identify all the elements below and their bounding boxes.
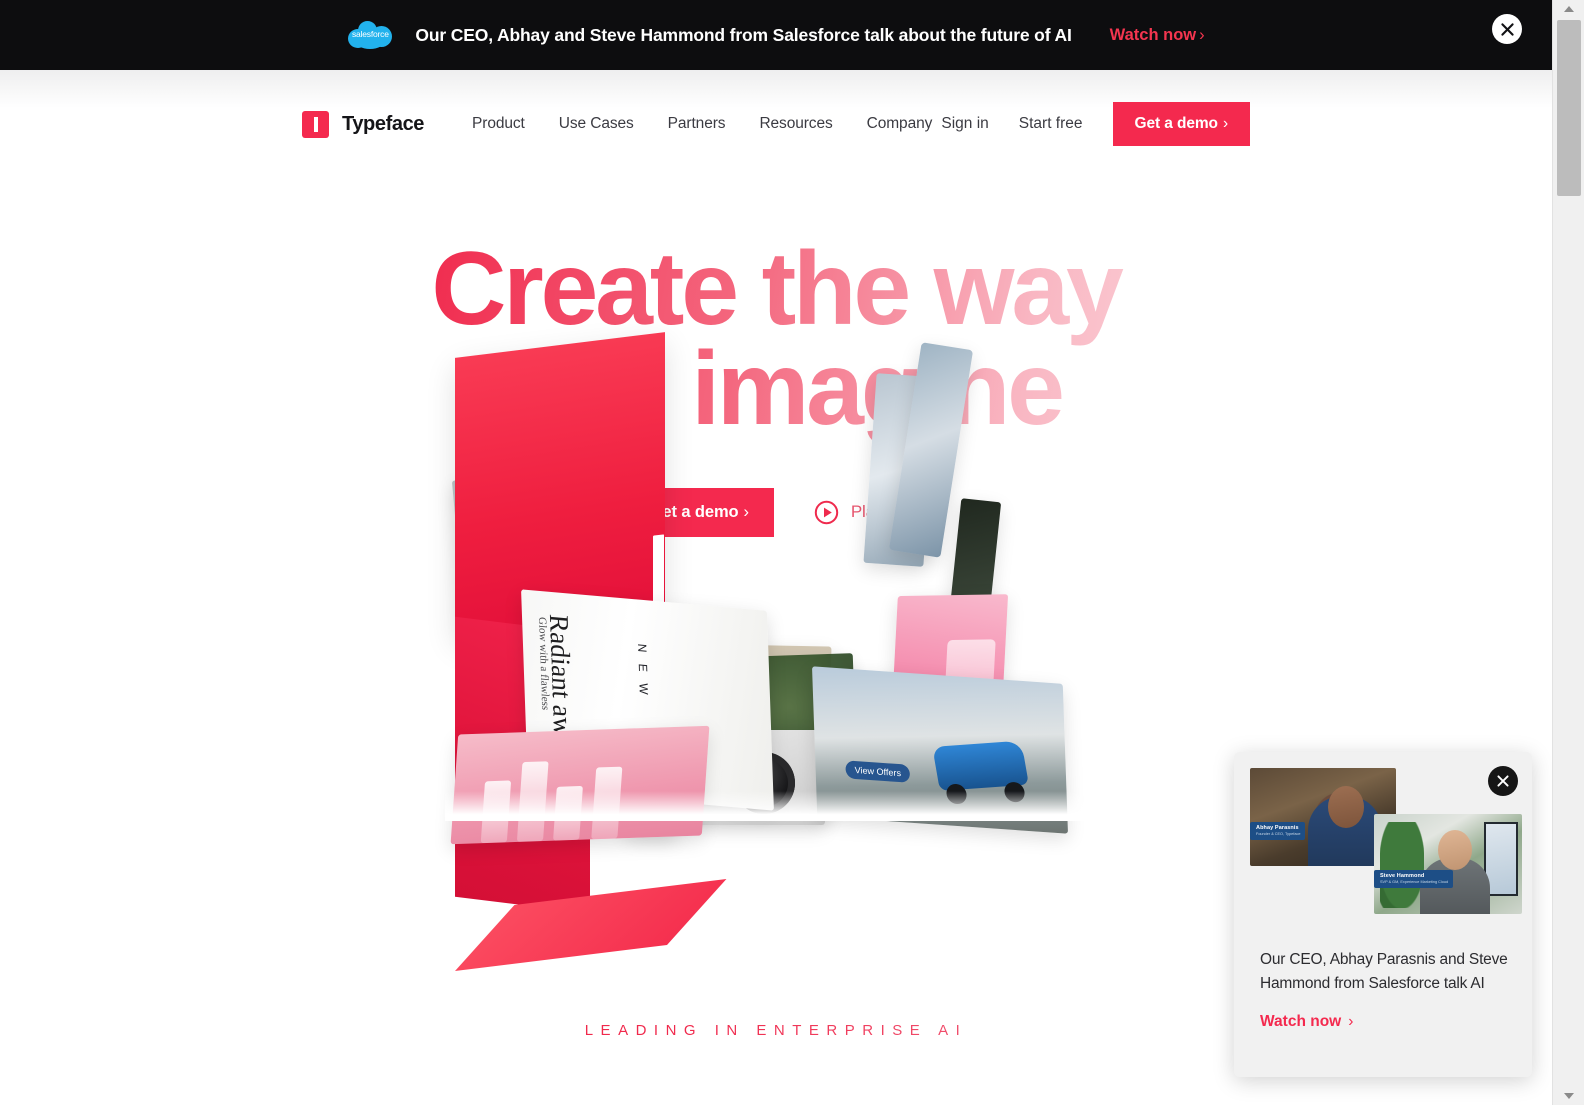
- popup-watch-now-label: Watch now: [1260, 1013, 1342, 1031]
- popup-description: Our CEO, Abhay Parasnis and Steve Hammon…: [1260, 951, 1508, 993]
- steve-plant: [1380, 822, 1424, 908]
- abhay-name: Abhay Parasnis: [1256, 825, 1299, 832]
- scrollbar-up-arrow[interactable]: [1553, 0, 1584, 18]
- collage-cube-white-bar: [653, 534, 664, 606]
- popup-body: Our CEO, Abhay Parasnis and Steve Hammon…: [1234, 930, 1532, 1077]
- hero-collage-artwork: View Offers NEW RELEASE Radiant awaits G…: [445, 332, 1105, 971]
- collage-new-label: N E W: [635, 643, 651, 699]
- chevron-down-icon: [1563, 1093, 1574, 1099]
- popup-close-button[interactable]: [1488, 766, 1518, 796]
- browser-scrollbar[interactable]: [1552, 0, 1584, 1105]
- promo-watch-now-label: Watch now: [1109, 25, 1197, 44]
- nav-item-use-cases[interactable]: Use Cases: [559, 115, 634, 133]
- salesforce-logo-icon: salesforce: [347, 18, 393, 52]
- abhay-head: [1328, 786, 1364, 828]
- chevron-up-icon: [1563, 6, 1574, 12]
- scrollbar-down-arrow[interactable]: [1553, 1087, 1584, 1105]
- chevron-right-icon: ›: [1348, 1013, 1354, 1031]
- close-icon: [1500, 22, 1514, 36]
- promo-banner-content: salesforce Our CEO, Abhay and Steve Hamm…: [347, 18, 1205, 52]
- page-viewport: salesforce Our CEO, Abhay and Steve Hamm…: [0, 0, 1552, 1105]
- sign-in-link[interactable]: Sign in: [941, 115, 988, 133]
- nav-get-a-demo-label: Get a demo: [1134, 115, 1219, 132]
- close-icon: [1497, 775, 1509, 787]
- typeface-logo-icon: [302, 110, 329, 138]
- nav-item-product[interactable]: Product: [472, 115, 525, 133]
- start-free-link[interactable]: Start free: [1019, 115, 1083, 133]
- browser-page: salesforce Our CEO, Abhay and Steve Hamm…: [0, 0, 1584, 1105]
- brand-name: Typeface: [342, 112, 425, 135]
- abhay-role: Founder & CEO, Typeface: [1256, 831, 1301, 836]
- salesforce-logo-text: salesforce: [351, 29, 389, 39]
- popup-watch-now-link[interactable]: Watch now ›: [1260, 1013, 1353, 1031]
- video-promo-popup: Abhay Parasnis Founder & CEO, Typeface S…: [1234, 752, 1532, 1077]
- abhay-name-card: Abhay Parasnis Founder & CEO, Typeface: [1250, 822, 1306, 840]
- collage-view-offers-label: View Offers: [845, 760, 911, 783]
- nav-right-group: Sign in Start free Get a demo ›: [941, 102, 1250, 146]
- site-navigation: Typeface Product Use Cases Partners Reso…: [0, 70, 1552, 178]
- promo-watch-now-link[interactable]: Watch now ›: [1110, 26, 1205, 45]
- nav-item-partners[interactable]: Partners: [668, 115, 726, 133]
- chevron-right-icon: ›: [1222, 115, 1228, 132]
- steve-role: SVP & GM, Experience Marketing Cloud: [1380, 879, 1449, 884]
- collage-bottom-fade: [445, 791, 1105, 821]
- scrollbar-thumb[interactable]: [1557, 20, 1581, 196]
- chevron-right-icon: ›: [1199, 25, 1205, 44]
- popup-thumbnails[interactable]: Abhay Parasnis Founder & CEO, Typeface S…: [1234, 752, 1532, 930]
- steve-head: [1438, 830, 1472, 870]
- nav-get-a-demo-button[interactable]: Get a demo ›: [1112, 102, 1250, 146]
- nav-item-company[interactable]: Company: [867, 115, 933, 133]
- promo-banner-message: Our CEO, Abhay and Steve Hammond from Sa…: [415, 24, 1072, 45]
- steve-name-card: Steve Hammond SVP & GM, Experience Marke…: [1374, 870, 1454, 888]
- brand-logo-link[interactable]: Typeface: [302, 110, 425, 138]
- nav-left-group: Typeface Product Use Cases Partners Reso…: [302, 110, 932, 138]
- popup-thumbnail-steve[interactable]: Steve Hammond SVP & GM, Experience Marke…: [1374, 814, 1522, 914]
- nav-item-resources[interactable]: Resources: [759, 115, 832, 133]
- nav-menu: Product Use Cases Partners Resources Com…: [472, 115, 932, 133]
- promo-close-button[interactable]: [1492, 14, 1522, 44]
- promo-banner: salesforce Our CEO, Abhay and Steve Hamm…: [0, 0, 1552, 70]
- collage-pink-cosmetics-page: [450, 725, 710, 845]
